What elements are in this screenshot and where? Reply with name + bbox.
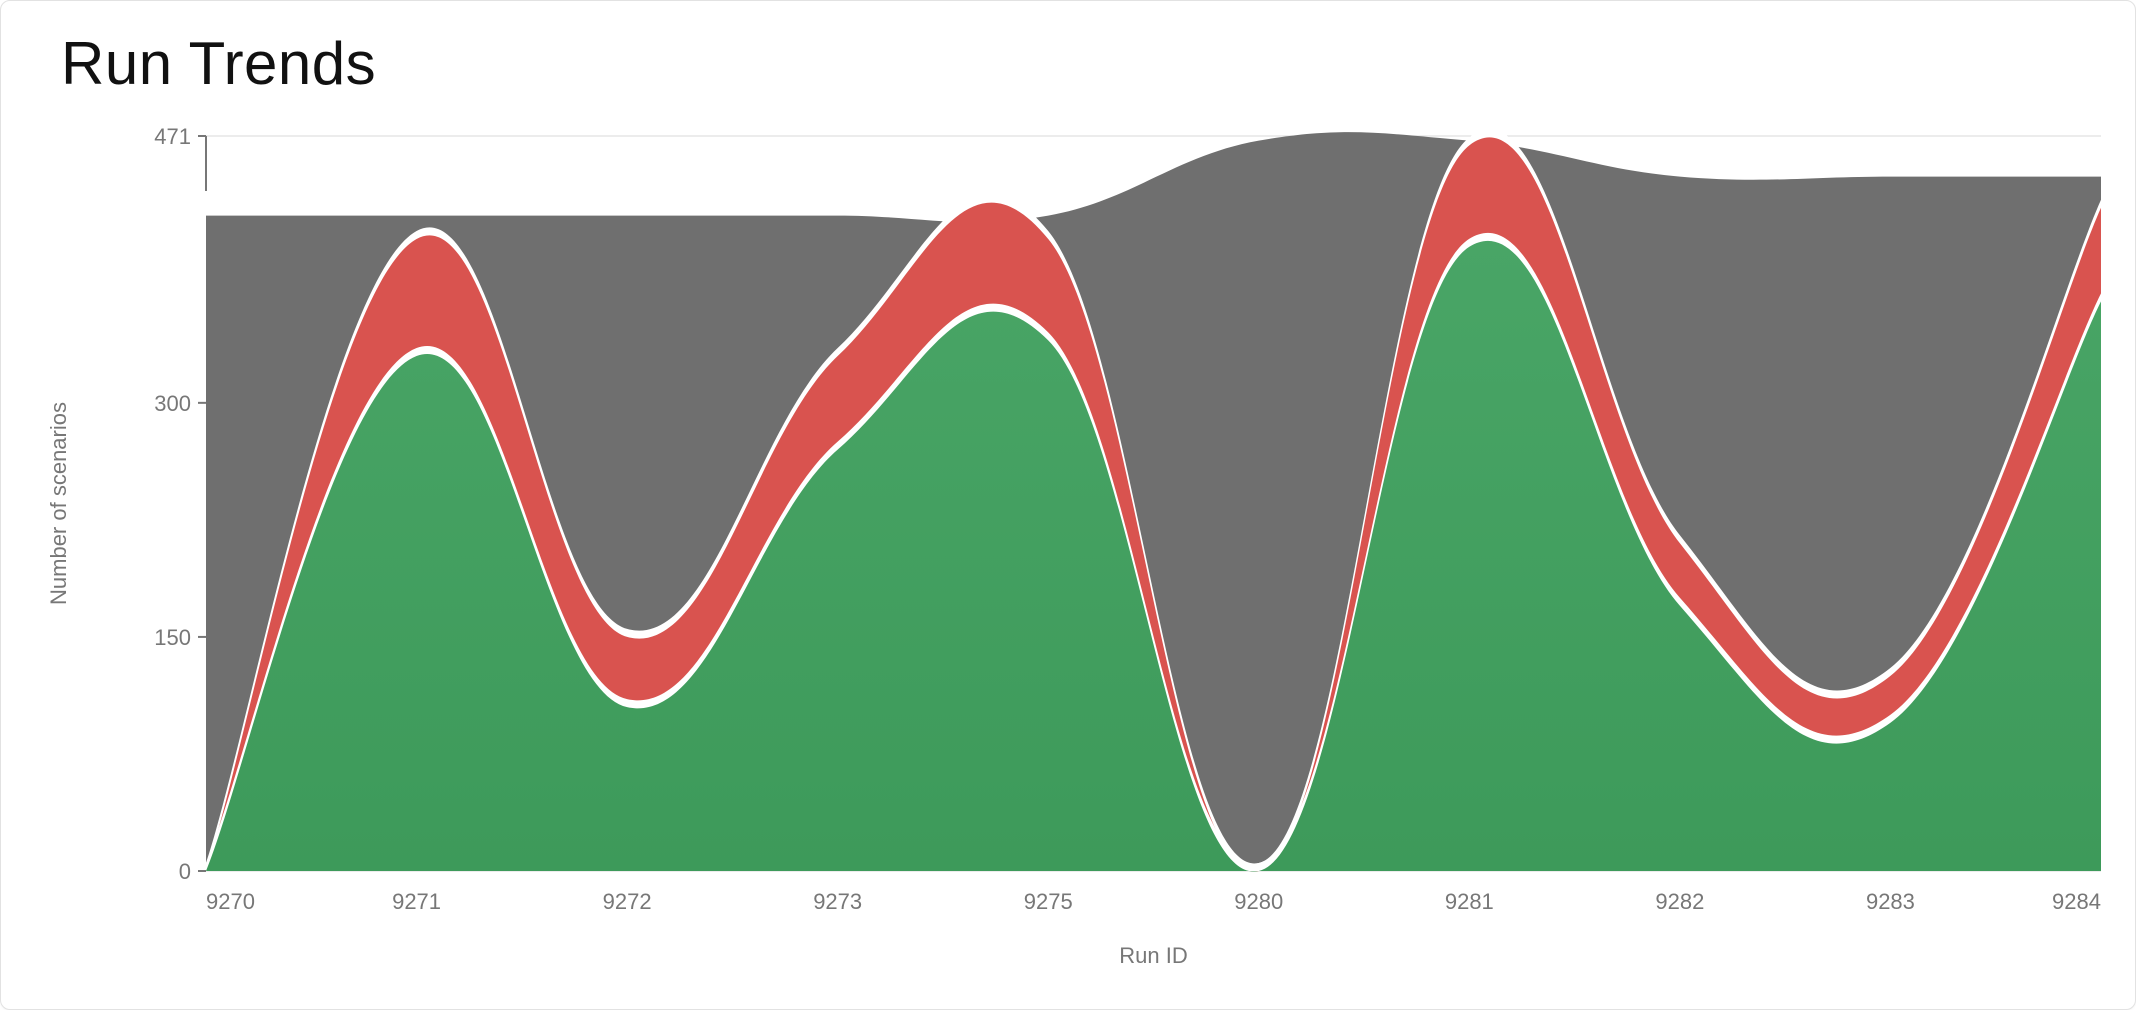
x-tick-label: 9273 [813,889,862,914]
y-tick-label: 471 [154,124,191,149]
x-tick-label: 9272 [603,889,652,914]
x-tick-label: 9281 [1445,889,1494,914]
chart-area: 0 150 300 471 9270 9271 9272 9273 9275 9280 9281 92… [1,1,2136,1010]
y-tick-label: 150 [154,625,191,650]
x-tick-label: 9275 [1024,889,1073,914]
x-tick-label: 9284 [2052,889,2101,914]
x-tick-label: 9271 [392,889,441,914]
x-tick-label: 9270 [206,889,255,914]
x-tick-label: 9280 [1234,889,1283,914]
x-tick-label: 9283 [1866,889,1915,914]
y-tick-label: 0 [179,859,191,884]
x-tick-label: 9282 [1655,889,1704,914]
run-trends-chart: 0 150 300 471 9270 9271 9272 9273 9275 9280 9281 92… [1,1,2136,1010]
y-axis-title: Number of scenarios [46,402,71,605]
x-axis-title: Run ID [1119,943,1187,968]
chart-card: Run Trends 01503004719270927192729273927… [0,0,2136,1010]
y-tick-label: 300 [154,391,191,416]
